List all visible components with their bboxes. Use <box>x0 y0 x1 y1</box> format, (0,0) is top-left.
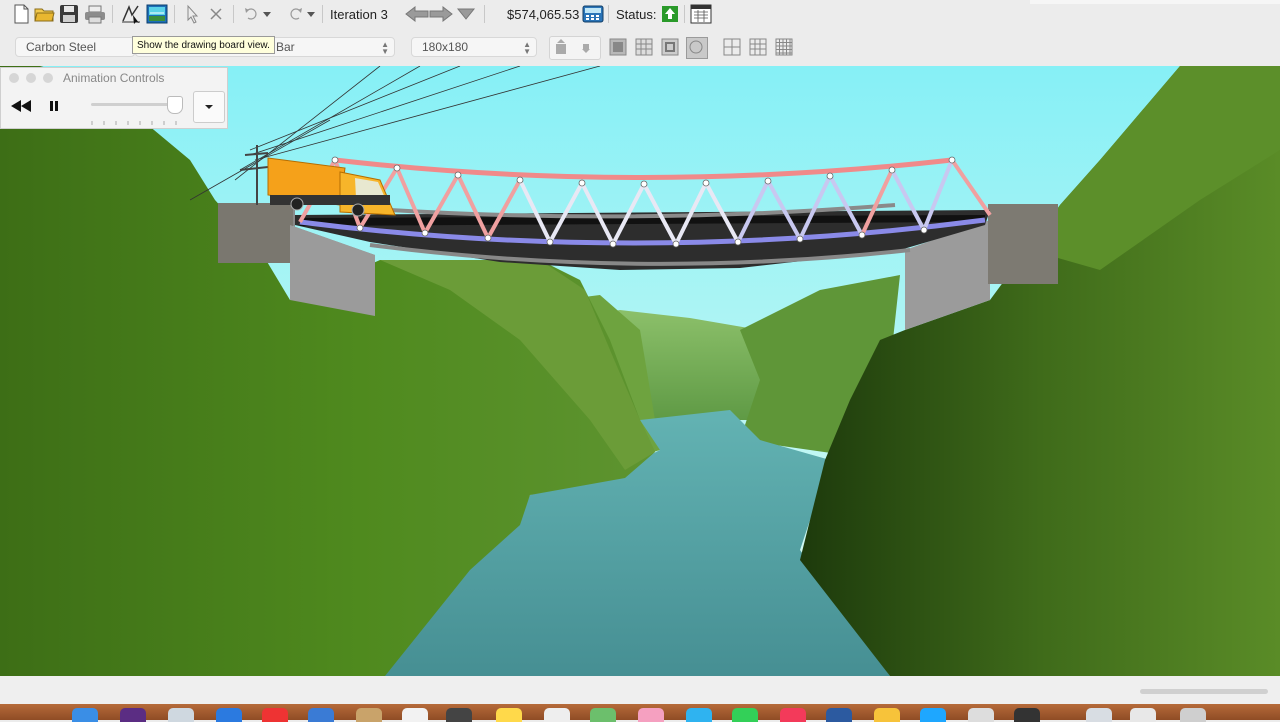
separator <box>484 5 485 23</box>
updown-chevron-icon: ▲ ▼ <box>381 40 389 56</box>
zoom-window-dot[interactable] <box>43 73 53 83</box>
updown-chevron-icon: ▲ ▼ <box>523 40 531 56</box>
iteration-menu-icon[interactable] <box>454 3 478 25</box>
tube-member-icon[interactable] <box>661 38 679 56</box>
solid-member-icon[interactable] <box>609 38 627 56</box>
separator <box>233 5 234 23</box>
separator <box>174 5 175 23</box>
separator <box>684 5 685 23</box>
size-decrease-icon[interactable] <box>578 38 596 56</box>
separator <box>608 5 609 23</box>
iteration-label: Iteration 3 <box>330 7 388 22</box>
cost-label: $574,065.53 <box>507 7 580 22</box>
rewind-icon[interactable] <box>7 94 35 118</box>
animation-canvas <box>0 66 1280 676</box>
separator <box>112 5 113 23</box>
hatched-member-icon[interactable] <box>635 38 653 56</box>
status-ok-icon[interactable] <box>658 3 682 25</box>
grid-coarse-icon[interactable] <box>686 37 708 59</box>
back-arrow-icon[interactable] <box>405 3 429 25</box>
main-toolbar: Iteration 3 $574,065.53 Status: <box>0 0 1280 30</box>
new-document-icon[interactable] <box>9 3 33 25</box>
material-select[interactable]: Carbon Steel <box>15 37 135 57</box>
save-icon[interactable] <box>57 3 81 25</box>
grid-medium-icon[interactable] <box>723 38 741 56</box>
close-window-dot[interactable] <box>9 73 19 83</box>
drawing-board-tooltip: Show the drawing board view. <box>132 36 275 54</box>
size-select[interactable]: 180x180 ▲ ▼ <box>411 37 537 57</box>
material-select-value: Carbon Steel <box>26 40 97 54</box>
left-stone-wall <box>218 203 293 263</box>
select-tool-icon[interactable] <box>180 3 204 25</box>
cost-calculator-icon[interactable] <box>581 3 605 25</box>
open-folder-icon[interactable] <box>33 3 57 25</box>
drawing-board-icon[interactable] <box>119 3 143 25</box>
dropdown-icon[interactable] <box>193 91 225 123</box>
horizontal-scroll-area <box>0 676 1280 704</box>
grid-finest-icon[interactable] <box>775 38 793 56</box>
size-increase-icon[interactable] <box>553 38 571 56</box>
separator <box>322 5 323 23</box>
window-edge <box>1030 0 1280 4</box>
print-icon[interactable] <box>83 3 107 25</box>
status-label: Status: <box>616 7 657 22</box>
grid-fine-icon[interactable] <box>749 38 767 56</box>
delete-icon[interactable] <box>204 3 228 25</box>
size-select-value: 180x180 <box>422 40 469 54</box>
animation-controls-title: Animation Controls <box>63 71 165 85</box>
redo-menu-chevron-icon[interactable] <box>304 3 318 25</box>
undo-menu-chevron-icon[interactable] <box>260 3 274 25</box>
minimize-window-dot[interactable] <box>26 73 36 83</box>
bridge-animation-view[interactable] <box>0 66 1280 676</box>
right-stone-wall <box>988 204 1058 284</box>
animation-controls-panel: Animation Controls <box>0 67 228 129</box>
pause-icon[interactable] <box>45 94 63 118</box>
animation-view-icon[interactable] <box>145 3 169 25</box>
horizontal-scrollbar-thumb[interactable] <box>1140 689 1268 694</box>
load-test-report-icon[interactable] <box>689 3 713 25</box>
speed-slider-knob[interactable] <box>166 96 183 114</box>
forward-arrow-icon[interactable] <box>429 3 453 25</box>
